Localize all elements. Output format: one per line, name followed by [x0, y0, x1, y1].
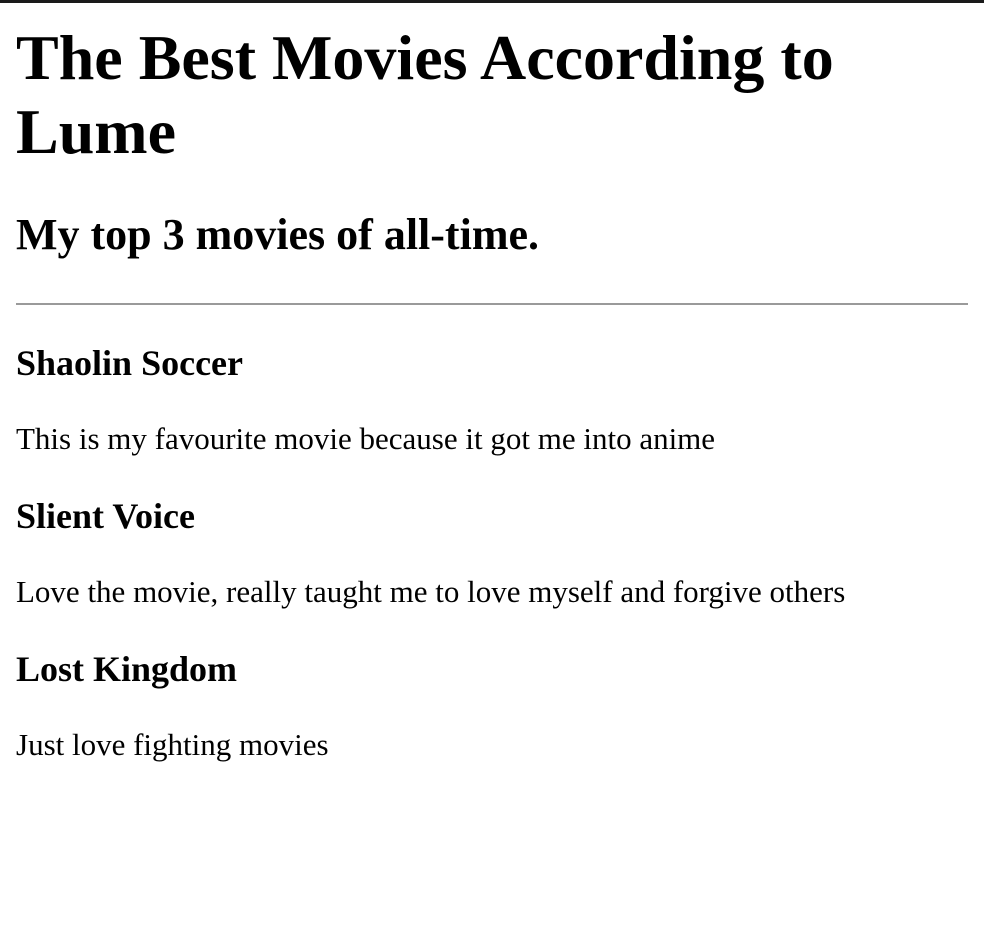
movie-title: Lost Kingdom [16, 649, 238, 689]
page-subtitle: My top 3 movies of all-time. [16, 210, 539, 259]
movie-description: Just love fighting movies [16, 727, 329, 762]
divider [16, 303, 968, 305]
movie-entry-lost-kingdom: Lost Kingdom Just love fighting movies [16, 648, 968, 763]
movie-description: Love the movie, really taught me to love… [16, 574, 846, 609]
movie-description: This is my favourite movie because it go… [16, 421, 716, 456]
movie-entry-shaolin-soccer: Shaolin Soccer This is my favourite movi… [16, 342, 968, 457]
page-title: The Best Movies According to Lume [16, 22, 834, 167]
movie-entry-slient-voice: Slient Voice Love the movie, really taug… [16, 495, 968, 610]
page-content: The Best Movies According to Lume My top… [0, 21, 984, 763]
movie-title: Shaolin Soccer [16, 343, 244, 383]
movie-title: Slient Voice [16, 496, 196, 536]
